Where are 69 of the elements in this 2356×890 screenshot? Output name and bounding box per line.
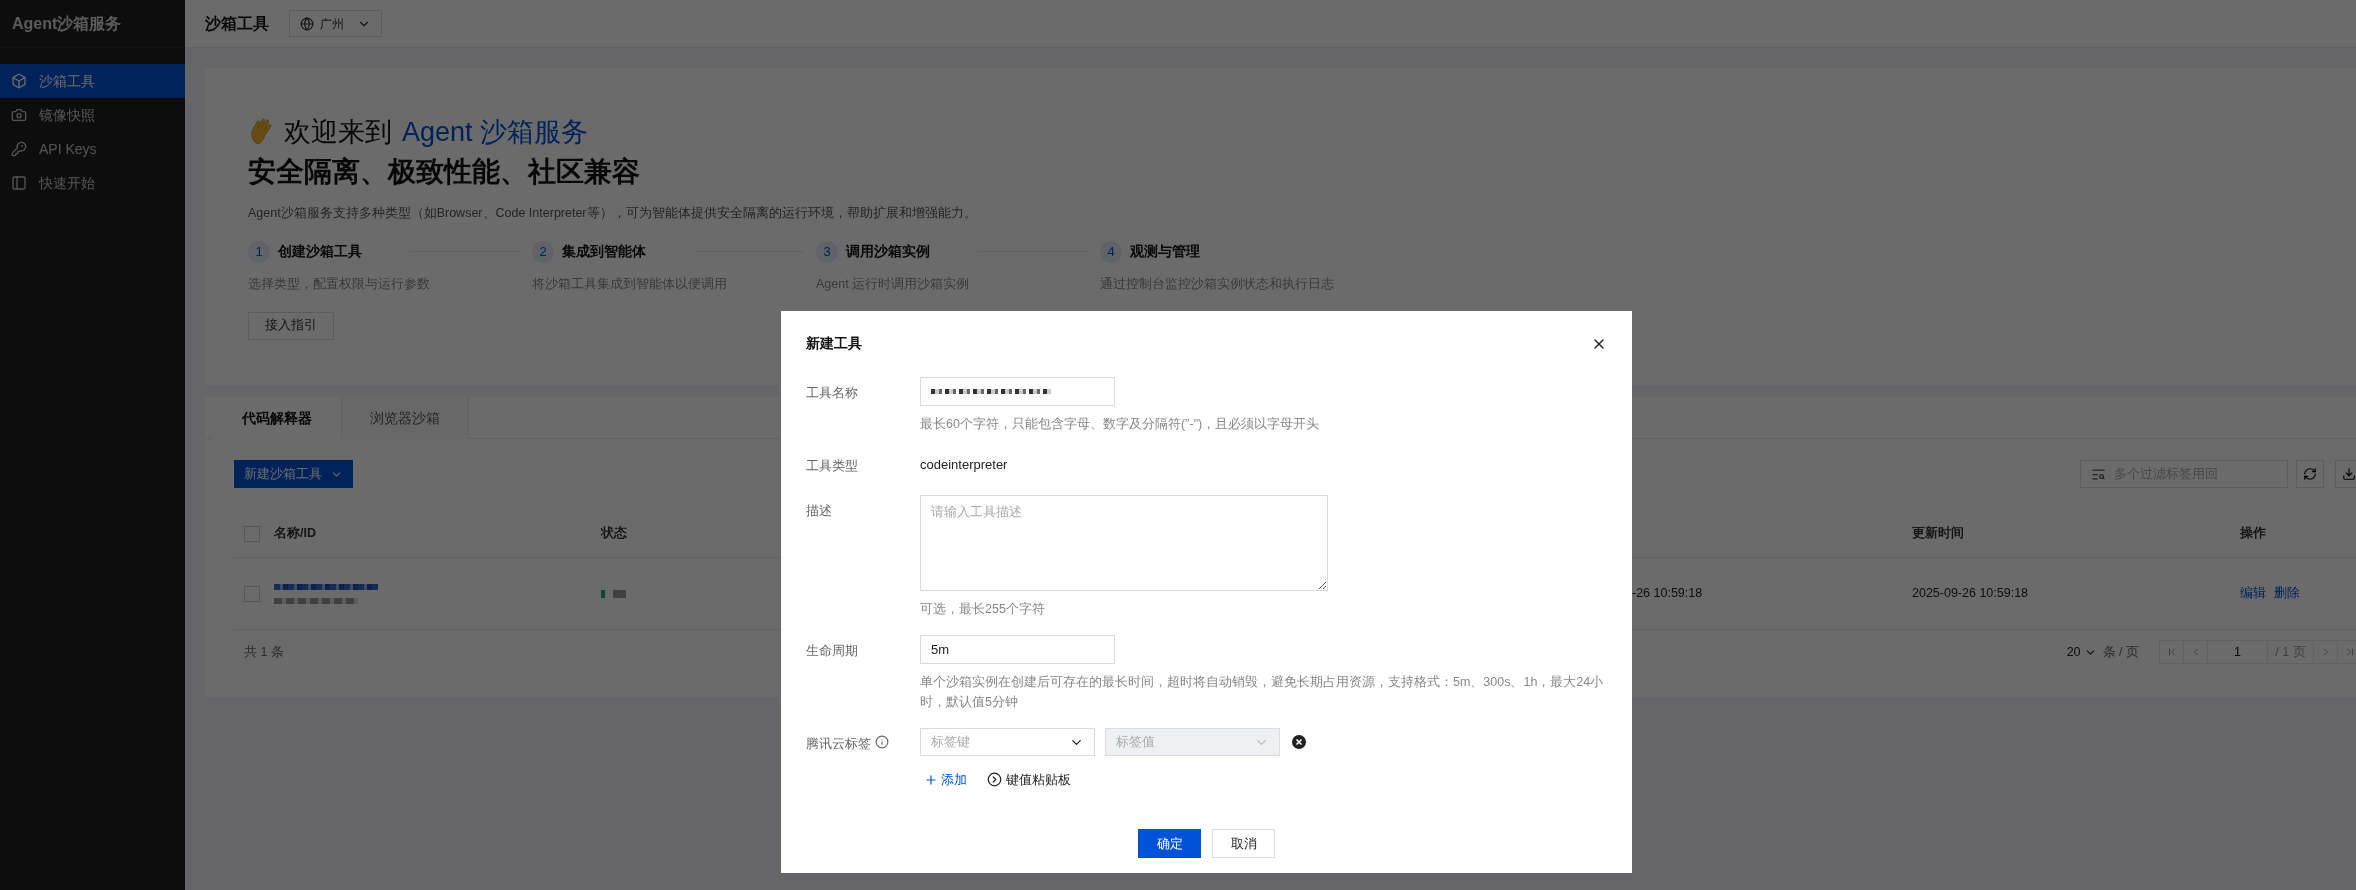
step-number: 1	[248, 240, 270, 263]
tab[interactable]: 浏览器沙箱	[341, 397, 469, 439]
step-title: 创建沙箱工具	[278, 242, 362, 262]
panel-icon	[11, 175, 27, 191]
search-icon	[2091, 466, 2106, 482]
field-label: 工具类型	[806, 457, 858, 475]
column-header: 状态	[601, 525, 628, 543]
refresh-button[interactable]	[2296, 460, 2324, 488]
page-title: 沙箱工具	[205, 13, 269, 34]
plus-icon	[924, 772, 938, 787]
welcome-title: 欢迎来到	[284, 116, 392, 149]
action-link[interactable]: 编辑	[2240, 584, 2266, 603]
chevron-circle-icon	[987, 772, 1002, 788]
field-label: 生命周期	[806, 642, 858, 660]
cube-icon	[11, 73, 27, 89]
info-icon	[875, 735, 889, 749]
step-number: 2	[532, 240, 554, 263]
dialog-title: 新建工具	[806, 334, 862, 353]
field-label: 工具名称	[806, 384, 858, 402]
step-number: 3	[816, 240, 838, 263]
intro-text: Agent沙箱服务支持多种类型（如Browser、Code Interpreter等），可为智能体提供安全隔离的运行环境，帮助扩展和增强能力。	[248, 205, 978, 222]
column-header: 更新时间	[1912, 525, 1965, 543]
sidebar-item[interactable]: API Keys	[0, 132, 185, 166]
cancel-button[interactable]: 取消	[1212, 829, 1275, 858]
brand-name: Agent 沙箱服务	[402, 116, 589, 149]
headline: 安全隔离、极致性能、社区兼容	[248, 155, 641, 189]
download-button[interactable]	[2335, 460, 2356, 488]
field-label: 腾讯云标签	[806, 735, 871, 753]
last-page-icon	[2344, 646, 2356, 658]
key-icon	[11, 141, 27, 157]
region-select[interactable]: 广州	[289, 10, 382, 37]
page-size-unit: 条 / 页	[2102, 643, 2139, 661]
field-value: codeinterpreter	[920, 456, 1008, 474]
tag-key-select[interactable]: 标签键	[920, 728, 1095, 756]
step-title: 集成到智能体	[562, 242, 646, 262]
app-title: Agent沙箱服务	[12, 13, 122, 34]
redacted-name[interactable]	[274, 583, 378, 590]
page-input[interactable]: 1	[2208, 641, 2268, 663]
create-tool-button[interactable]: 新建沙箱工具	[234, 460, 353, 488]
step-number: 4	[1100, 240, 1122, 263]
field-hint: 最长60个字符，只能包含字母、数字及分隔符("-")，且必须以字母开头	[920, 416, 1320, 433]
field-hint: 单个沙箱实例在创建后可存在的最长时间，超时将自动销毁，避免长期占用资源，支持格式：5m、300s、1h，最大24小时，默认值5分钟	[920, 674, 1605, 711]
page-size-select[interactable]: 20	[2066, 642, 2097, 662]
camera-icon	[11, 107, 27, 123]
total-count: 共 1 条	[243, 643, 284, 661]
field-hint: 可选，最长255个字符	[920, 601, 1046, 618]
sidebar-item[interactable]: 沙箱工具	[0, 64, 185, 98]
sidebar-item[interactable]: 快速开始	[0, 166, 185, 200]
description-field[interactable]: 请输入工具描述	[920, 495, 1328, 591]
text-input[interactable]	[920, 377, 1115, 406]
download-icon	[2342, 467, 2356, 481]
field-label: 描述	[806, 502, 832, 520]
step-title: 观测与管理	[1130, 242, 1200, 262]
remove-icon[interactable]	[1292, 735, 1306, 749]
guide-button[interactable]: 接入指引	[248, 311, 334, 340]
redacted-status	[613, 589, 626, 598]
globe-icon	[300, 16, 314, 31]
column-header: 操作	[2240, 525, 2267, 543]
refresh-icon	[2303, 467, 2317, 481]
confirm-button[interactable]: 确定	[1138, 829, 1201, 858]
text-input[interactable]: 5m	[920, 635, 1115, 664]
table-cell-text: 2025-09-26 10:59:18	[1912, 585, 2030, 603]
column-header: 名称/ID	[274, 525, 317, 543]
step-title: 调用沙箱实例	[846, 242, 930, 262]
add-link[interactable]: 添加	[924, 770, 967, 790]
sidebar-item[interactable]: 镜像快照	[0, 98, 185, 132]
action-link[interactable]: 删除	[2274, 584, 2300, 603]
table-cell-text: -26 10:59:18	[1632, 585, 1704, 603]
paste-link[interactable]: 键值粘贴板	[987, 770, 1071, 790]
